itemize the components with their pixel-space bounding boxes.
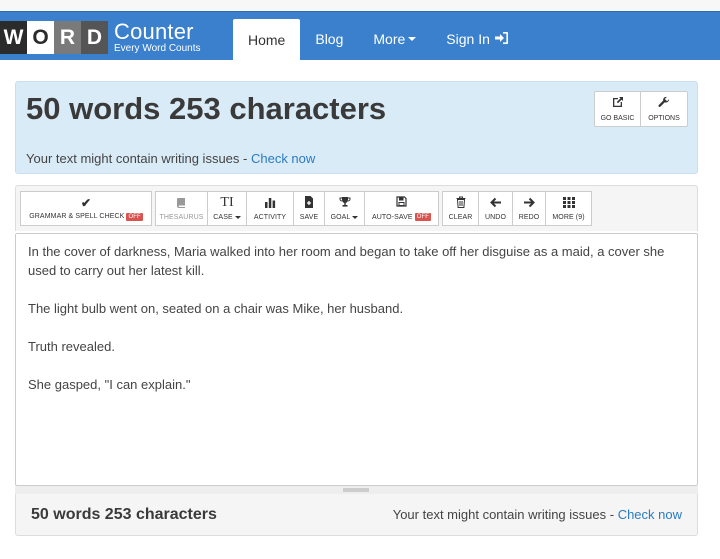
grammar-spell-check-button[interactable]: ✔ GRAMMAR & SPELL CHECK OFF	[20, 191, 152, 226]
clear-button[interactable]: CLEAR	[442, 191, 479, 226]
nav-home[interactable]: Home	[233, 19, 301, 60]
logo-name: Counter	[114, 19, 194, 44]
caret-down-icon	[234, 216, 241, 219]
auto-save-label-wrap: AUTO-SAVE OFF	[371, 213, 432, 221]
goal-label: GOAL	[330, 214, 351, 221]
options-button[interactable]: OPTIONS	[641, 91, 688, 127]
logo-tagline: Every Word Counts	[114, 43, 201, 54]
trash-icon	[456, 196, 466, 210]
main-nav: Home Blog More Sign In	[233, 19, 523, 60]
sign-in-icon	[494, 31, 508, 47]
editor-paragraph: Truth revealed.	[28, 339, 115, 354]
resize-grip-icon[interactable]	[343, 488, 369, 492]
logo-letter: R	[54, 21, 81, 54]
save-button[interactable]: SAVE	[294, 191, 325, 226]
save-label: SAVE	[299, 214, 319, 221]
editor-paragraph: In the cover of darkness, Maria walked i…	[28, 244, 665, 278]
thesaurus-label: THESAURUS	[159, 213, 204, 221]
top-navbar: W O R D Counter Every Word Counts Home B…	[0, 0, 720, 60]
activity-label: ACTIVITY	[253, 213, 287, 221]
undo-button[interactable]: UNDO	[479, 191, 513, 226]
case-label-wrap: CASE	[213, 214, 241, 221]
issues-text: Your text might contain writing issues -	[26, 151, 251, 166]
grammar-label: GRAMMAR & SPELL CHECK	[29, 213, 125, 220]
grammar-label-wrap: GRAMMAR & SPELL CHECK OFF	[29, 212, 143, 221]
logo-letter: O	[27, 21, 54, 54]
header-button-group: GO BASIC OPTIONS	[594, 91, 688, 127]
footer-writing-issues-notice: Your text might contain writing issues -…	[393, 507, 682, 522]
logo-text: Counter Every Word Counts	[114, 21, 201, 54]
more-tools-label: MORE (9)	[552, 213, 585, 221]
arrow-right-icon	[523, 197, 535, 210]
nav-more[interactable]: More	[358, 19, 431, 59]
file-save-icon	[304, 196, 314, 210]
nav-sign-in[interactable]: Sign In	[431, 19, 523, 59]
case-button[interactable]: TI CASE	[208, 191, 247, 226]
stats-panel: 50 words 253 characters Your text might …	[15, 81, 698, 174]
caret-down-icon	[408, 37, 417, 41]
wrench-icon	[658, 96, 670, 111]
redo-button[interactable]: REDO	[513, 191, 546, 226]
case-label: CASE	[213, 214, 233, 221]
footer-issues-text: Your text might contain writing issues -	[392, 507, 618, 522]
goal-label-wrap: GOAL	[331, 214, 359, 221]
word-character-count: 50 words 253 characters	[26, 91, 387, 126]
logo[interactable]: W O R D Counter Every Word Counts	[0, 19, 201, 56]
text-case-icon: TI	[220, 195, 234, 210]
check-icon: ✔	[80, 195, 92, 210]
activity-button[interactable]: ACTIVITY	[247, 191, 294, 226]
go-basic-label: GO BASIC	[600, 115, 635, 122]
grammar-off-badge: OFF	[126, 212, 143, 221]
footer-word-character-count: 50 words 253 characters	[31, 506, 217, 523]
toolbar-buttons: ✔ GRAMMAR & SPELL CHECK OFF THESAURUS TI …	[20, 191, 592, 226]
external-link-icon	[612, 96, 624, 111]
go-basic-button[interactable]: GO BASIC	[594, 91, 641, 127]
grid-icon	[562, 196, 575, 210]
thesaurus-button[interactable]: THESAURUS	[155, 191, 208, 226]
options-label: OPTIONS	[648, 115, 680, 122]
text-editor[interactable]: In the cover of darkness, Maria walked i…	[15, 233, 698, 486]
goal-button[interactable]: GOAL	[325, 191, 365, 226]
editor-paragraph: She gasped, "I can explain."	[28, 377, 191, 392]
redo-label: REDO	[518, 213, 540, 221]
nav-more-label: More	[373, 31, 406, 47]
nav-blog[interactable]: Blog	[300, 19, 358, 59]
undo-label: UNDO	[484, 213, 506, 221]
book-icon	[176, 197, 187, 210]
editor-toolbar: ✔ GRAMMAR & SPELL CHECK OFF THESAURUS TI …	[15, 185, 698, 231]
bar-chart-icon	[264, 197, 276, 210]
nav-sign-in-label: Sign In	[446, 31, 490, 47]
caret-down-icon	[352, 216, 359, 219]
writing-issues-notice: Your text might contain writing issues -…	[26, 151, 315, 166]
auto-save-off-badge: OFF	[414, 213, 432, 221]
footer-check-now-link[interactable]: Check now	[618, 507, 682, 522]
editor-paragraph: The light bulb went on, seated on a chai…	[28, 301, 404, 316]
logo-letter: W	[0, 21, 27, 54]
footer-stats-bar: 50 words 253 characters Your text might …	[15, 494, 698, 536]
logo-letter: D	[81, 21, 108, 54]
resize-bar[interactable]	[15, 486, 698, 494]
trophy-icon	[339, 196, 351, 210]
auto-save-button[interactable]: AUTO-SAVE OFF	[365, 191, 439, 226]
arrow-left-icon	[489, 197, 502, 210]
clear-label: CLEAR	[448, 214, 473, 221]
check-now-link[interactable]: Check now	[251, 151, 315, 166]
floppy-disk-icon	[396, 196, 407, 209]
auto-save-label: AUTO-SAVE	[371, 213, 413, 221]
more-tools-button[interactable]: MORE (9)	[546, 191, 592, 226]
